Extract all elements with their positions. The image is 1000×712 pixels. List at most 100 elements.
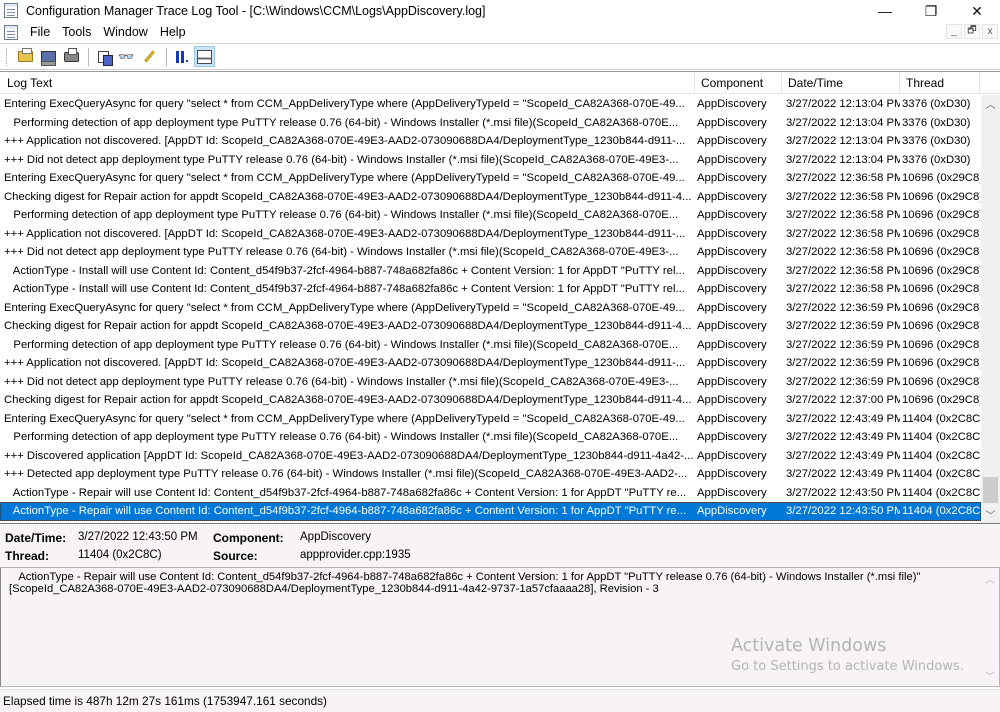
menu-tools[interactable]: Tools [58,25,99,39]
menu-window[interactable]: Window [99,25,155,39]
component-cell: AppDiscovery [697,246,767,258]
title-bar: Configuration Manager Trace Log Tool - [… [0,0,1000,22]
mdi-close-button[interactable]: x [982,24,998,39]
column-header-thread[interactable]: Thread [900,72,980,94]
log-row[interactable]: +++ Did not detect app deployment type P… [0,243,981,262]
log-row[interactable]: Checking digest for Repair action for ap… [0,188,981,207]
log-row[interactable]: Entering ExecQueryAsync for query "selec… [0,169,981,188]
thread-cell: 10696 (0x29C8) [902,190,980,203]
print-icon [64,47,79,62]
toolbar-grip[interactable] [6,47,9,66]
log-text-cell: +++ Application not discovered. [AppDT I… [4,135,686,147]
log-text-cell: Performing detection of app deployment t… [4,209,679,221]
component-cell: AppDiscovery [697,98,767,110]
log-row[interactable]: Entering ExecQueryAsync for query "selec… [0,95,981,114]
scroll-up-icon[interactable]: ︿ [981,95,1000,112]
datetime-cell: 3/27/2022 12:36:58 PM [786,172,900,184]
column-header-component[interactable]: Component [695,72,782,94]
log-row[interactable]: +++ Application not discovered. [AppDT I… [0,132,981,151]
log-row[interactable]: +++ Application not discovered. [AppDT I… [0,225,981,244]
menu-help[interactable]: Help [156,25,194,39]
log-row[interactable]: ActionType - Install will use Content Id… [0,280,981,299]
thread-label: Thread: [5,549,50,563]
column-header-datetime[interactable]: Date/Time [782,72,900,94]
log-row[interactable]: Checking digest for Repair action for ap… [0,391,981,410]
message-scroll-up-icon[interactable]: ︿ [981,570,999,587]
log-row[interactable]: +++ Discovered application [AppDT Id: Sc… [0,447,981,466]
component-cell: AppDiscovery [697,153,767,166]
log-row[interactable]: Performing detection of app deployment t… [0,206,981,225]
thread-cell: 11404 (0x2C8C) [902,486,980,499]
print-button[interactable] [61,46,82,67]
log-row[interactable]: +++ Did not detect app deployment type P… [0,151,981,170]
log-text-cell: +++ Application not discovered. [AppDT I… [4,227,686,240]
menu-file[interactable]: File [26,25,58,39]
mdi-restore-button[interactable]: 🗗 [964,24,980,39]
component-value: AppDiscovery [300,531,371,543]
log-text-cell: Entering ExecQueryAsync for query "selec… [4,172,685,184]
message-textbox[interactable]: ActionType - Repair will use Content Id:… [0,567,1000,687]
log-grid: Log Text Component Date/Time Thread Ente… [0,71,1000,523]
component-cell: AppDiscovery [697,486,767,499]
scroll-thumb[interactable] [983,477,998,503]
thread-cell: 10696 (0x29C8) [902,246,980,258]
open-button[interactable] [15,46,36,67]
component-cell: AppDiscovery [697,375,767,388]
thread-cell: 11404 (0x2C8C) [902,431,980,443]
mdi-minimize-button[interactable]: _ [946,24,962,39]
computer-icon [41,50,56,66]
component-cell: AppDiscovery [697,172,767,184]
minimize-button[interactable]: — [862,0,908,22]
log-text-cell: ActionType - Repair will use Content Id:… [4,486,687,499]
datetime-cell: 3/27/2022 12:36:59 PM [786,338,900,351]
thread-cell: 10696 (0x29C8) [902,301,980,314]
log-row[interactable]: Entering ExecQueryAsync for query "selec… [0,299,981,318]
message-scroll-down-icon[interactable]: ﹀ [981,667,999,684]
log-row[interactable]: +++ Application not discovered. [AppDT I… [0,354,981,373]
log-text-cell: Entering ExecQueryAsync for query "selec… [4,301,685,314]
open-remote-button[interactable] [38,46,59,67]
document-icon[interactable] [4,24,18,40]
find-icon: 👓 [118,48,135,64]
log-row[interactable]: Performing detection of app deployment t… [0,114,981,133]
thread-cell: 3376 (0xD30) [902,153,971,166]
log-row[interactable]: +++ Did not detect app deployment type P… [0,373,981,392]
log-text-cell: +++ Did not detect app deployment type P… [4,153,679,166]
log-scrollbar[interactable]: ︿ ﹀ [981,95,1000,523]
log-row[interactable]: Performing detection of app deployment t… [0,336,981,355]
component-cell: AppDiscovery [697,227,767,240]
column-header-log-text[interactable]: Log Text [0,72,695,94]
toolbar-separator [166,47,167,66]
datetime-value: 3/27/2022 12:43:50 PM [78,531,198,543]
details-pane-button[interactable] [194,46,215,67]
component-cell: AppDiscovery [697,449,767,462]
datetime-cell: 3/27/2022 12:43:50 PM [786,486,900,499]
log-row[interactable]: Performing detection of app deployment t… [0,428,981,447]
datetime-cell: 3/27/2022 12:43:49 PM [786,468,900,480]
log-row[interactable]: ActionType - Repair will use Content Id:… [0,484,981,503]
log-row[interactable]: ActionType - Install will use Content Id… [0,262,981,281]
log-text-cell: Performing detection of app deployment t… [4,338,679,351]
log-row[interactable]: ActionType - Repair will use Content Id:… [0,502,981,521]
datetime-cell: 3/27/2022 12:36:59 PM [786,301,900,314]
maximize-button[interactable]: ❐ [908,0,954,22]
component-cell: AppDiscovery [697,283,767,295]
datetime-cell: 3/27/2022 12:13:04 PM [786,153,900,166]
datetime-cell: 3/27/2022 12:43:49 PM [786,449,900,462]
component-cell: AppDiscovery [697,209,767,221]
scroll-down-icon[interactable]: ﹀ [981,506,1000,523]
log-text-cell: Performing detection of app deployment t… [4,431,679,443]
log-row[interactable]: +++ Detected app deployment type PuTTY r… [0,465,981,484]
pause-button[interactable] [171,46,192,67]
log-row[interactable]: Checking digest for Repair action for ap… [0,317,981,336]
copy-button[interactable] [93,46,114,67]
close-button[interactable]: ✕ [954,0,1000,22]
thread-cell: 3376 (0xD30) [902,135,971,147]
message-scrollbar[interactable]: ︿ ﹀ [981,568,999,686]
log-row[interactable]: Entering ExecQueryAsync for query "selec… [0,410,981,429]
thread-cell: 10696 (0x29C8) [902,264,980,277]
log-text-cell: +++ Did not detect app deployment type P… [4,246,679,258]
find-button[interactable]: 👓 [116,46,137,67]
highlight-button[interactable] [139,46,160,67]
thread-cell: 10696 (0x29C8) [902,172,980,184]
